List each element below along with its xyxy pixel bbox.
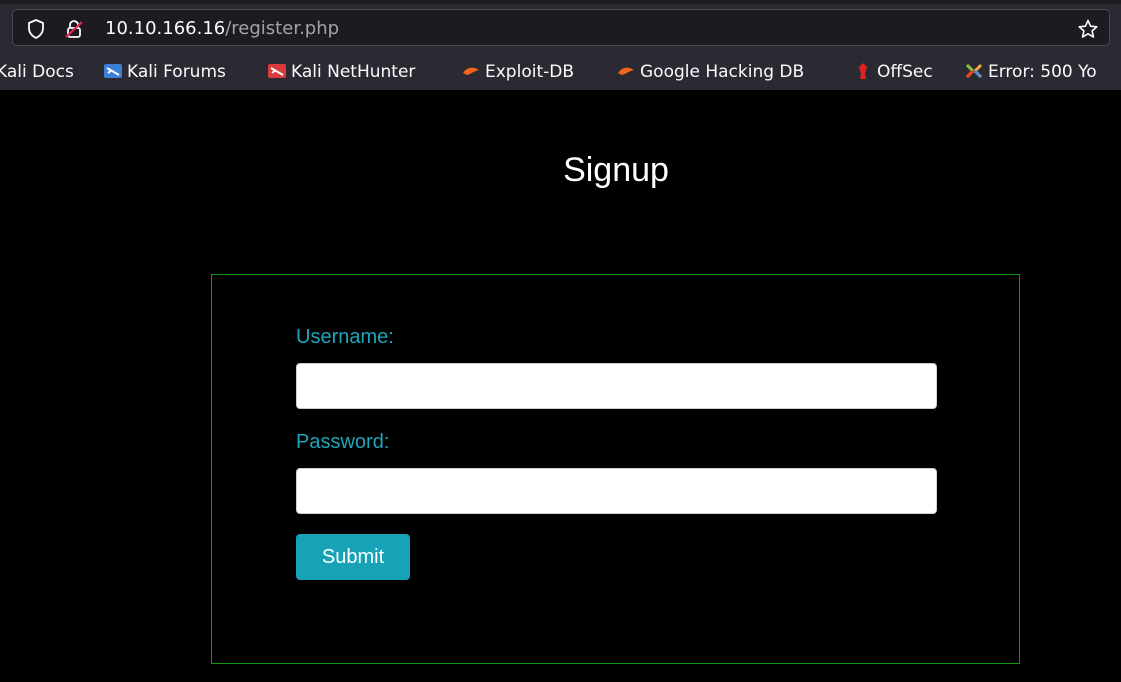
tracking-protection-shield-icon[interactable] [25, 18, 47, 40]
offsec-icon [853, 62, 873, 80]
username-input[interactable] [296, 363, 937, 409]
username-label: Username: [296, 326, 394, 348]
browser-chrome: 10.10.166.16/register.php Kali Docs Kali… [0, 0, 1121, 90]
insecure-lock-icon[interactable] [63, 18, 85, 40]
bookmark-label: OffSec [877, 62, 933, 82]
bookmark-exploit-db[interactable]: Exploit-DB [461, 60, 574, 84]
bookmark-google-hacking-db[interactable]: Google Hacking DB [616, 60, 804, 84]
page-title: Signup [563, 151, 669, 189]
bookmark-label: Kali Docs [0, 62, 74, 82]
url-host: 10.10.166.16 [105, 18, 226, 39]
tab-strip [0, 0, 1121, 4]
bookmark-kali-forums[interactable]: Kali Forums [103, 60, 226, 84]
kali-forums-icon [103, 62, 123, 80]
bookmark-error-500[interactable]: Error: 500 Yo [964, 60, 1097, 84]
address-bar[interactable]: 10.10.166.16/register.php [12, 9, 1110, 46]
bookmark-label: Kali NetHunter [291, 62, 416, 82]
bookmark-kali-nethunter[interactable]: Kali NetHunter [267, 60, 415, 84]
bookmark-star-icon[interactable] [1077, 18, 1099, 40]
password-label: Password: [296, 431, 390, 453]
signup-form: Username: Password: Submit [211, 274, 1020, 664]
submit-button[interactable]: Submit [296, 534, 410, 580]
bookmark-label: Kali Forums [127, 62, 226, 82]
bookmark-label: Exploit-DB [485, 62, 574, 82]
bookmark-offsec[interactable]: OffSec [853, 60, 933, 84]
google-hacking-db-icon [616, 62, 636, 80]
password-input[interactable] [296, 468, 937, 514]
page-content: Signup Username: Password: Submit [0, 90, 1121, 682]
joomla-icon [964, 62, 984, 80]
bookmark-label: Error: 500 Yo [988, 62, 1097, 82]
url-path: /register.php [225, 18, 340, 39]
exploit-db-icon [461, 62, 481, 80]
url-text[interactable]: 10.10.166.16/register.php [105, 18, 339, 40]
bookmark-kali-docs[interactable]: Kali Docs [0, 60, 74, 84]
bookmark-label: Google Hacking DB [640, 62, 805, 82]
kali-nethunter-icon [267, 62, 287, 80]
